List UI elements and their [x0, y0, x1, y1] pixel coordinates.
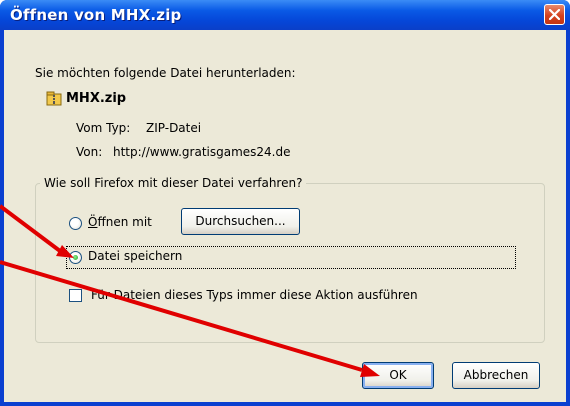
arrow-to-save-option [0, 204, 74, 258]
arrow-to-ok-button [0, 260, 380, 377]
annotation-arrows [0, 204, 380, 377]
